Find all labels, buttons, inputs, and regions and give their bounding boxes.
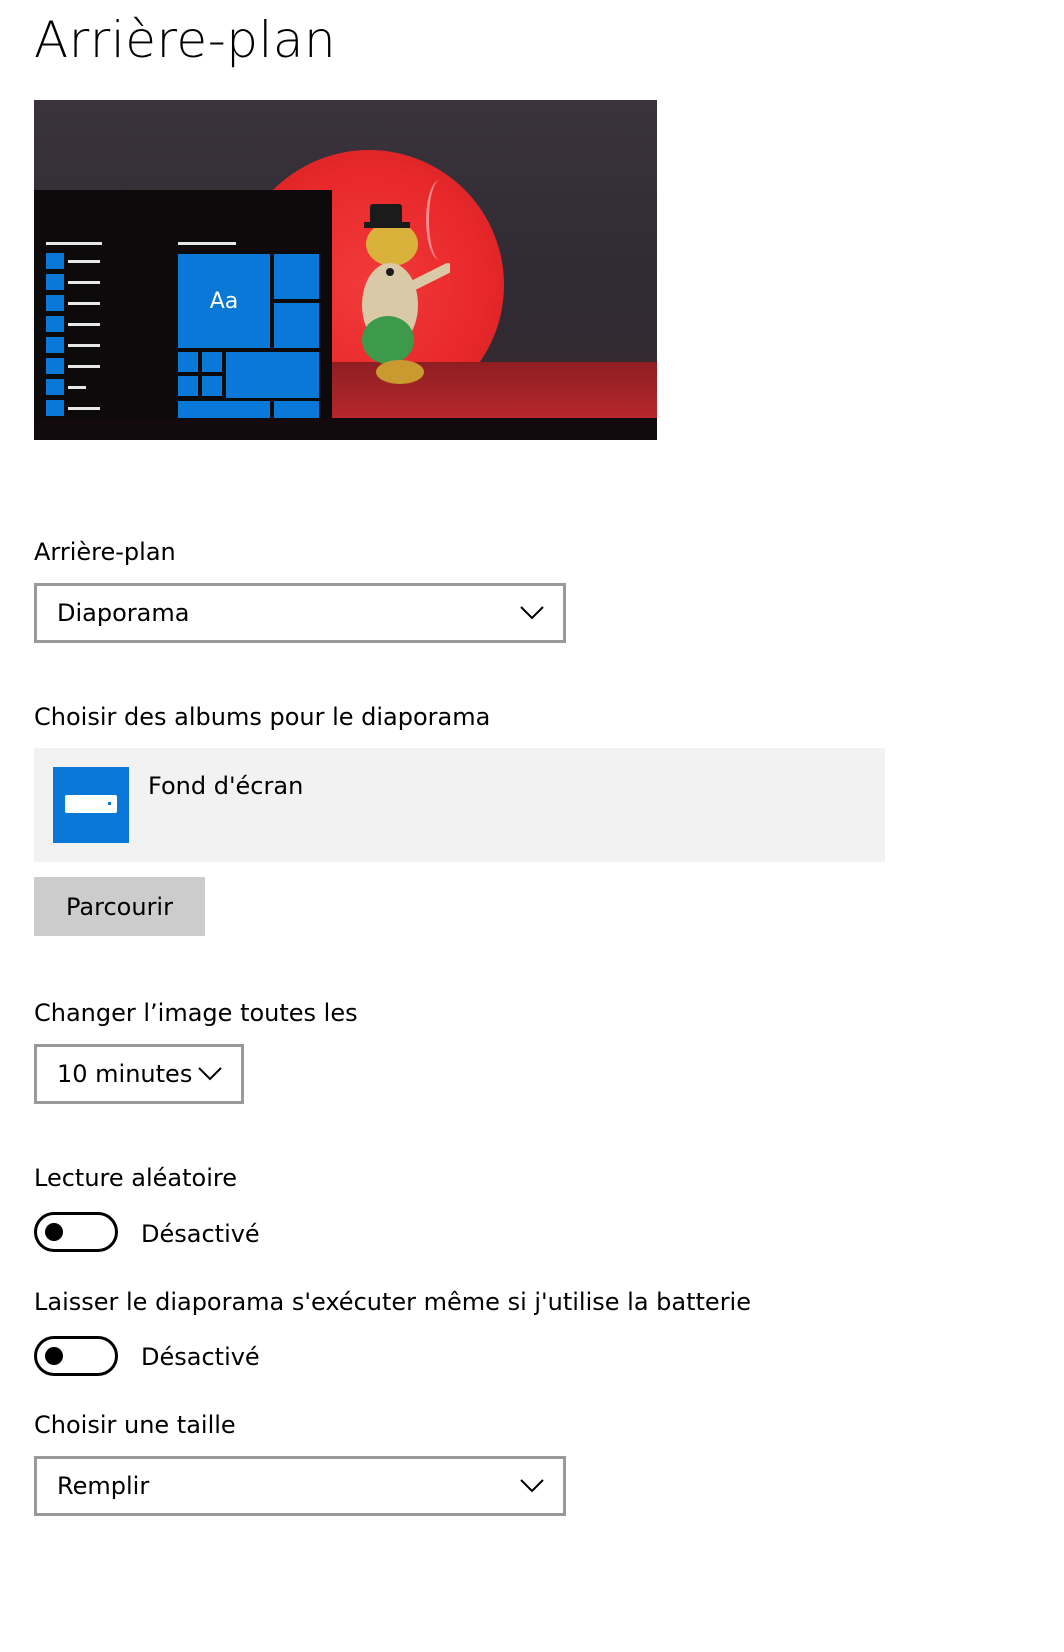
interval-label: Changer l’image toutes les — [34, 999, 358, 1027]
page-title: Arrière-plan — [34, 11, 337, 69]
preview-start-menu: Aa — [34, 190, 332, 418]
battery-label: Laisser le diaporama s'exécuter même si … — [34, 1288, 751, 1316]
chevron-down-icon — [520, 606, 544, 620]
background-label: Arrière-plan — [34, 538, 176, 566]
background-dropdown-value: Diaporama — [57, 599, 190, 627]
fit-dropdown[interactable]: Remplir — [34, 1456, 566, 1516]
preview-taskbar — [34, 418, 657, 440]
background-preview: Aa — [34, 100, 657, 440]
fit-dropdown-value: Remplir — [57, 1472, 150, 1500]
preview-tile-aa: Aa — [178, 254, 270, 348]
toggle-knob — [45, 1347, 63, 1365]
albums-label: Choisir des albums pour le diaporama — [34, 703, 491, 731]
shuffle-label: Lecture aléatoire — [34, 1164, 237, 1192]
battery-state: Désactivé — [141, 1343, 260, 1371]
browse-button[interactable]: Parcourir — [34, 877, 205, 936]
interval-dropdown-value: 10 minutes — [57, 1060, 193, 1088]
album-name: Fond d'écran — [148, 772, 304, 800]
preview-character-image — [362, 204, 450, 384]
drive-icon — [53, 767, 129, 843]
album-item[interactable]: Fond d'écran — [34, 748, 885, 862]
chevron-down-icon — [198, 1067, 222, 1081]
background-dropdown[interactable]: Diaporama — [34, 583, 566, 643]
chevron-down-icon — [520, 1479, 544, 1493]
fit-label: Choisir une taille — [34, 1411, 236, 1439]
shuffle-toggle[interactable] — [34, 1212, 118, 1252]
battery-toggle[interactable] — [34, 1336, 118, 1376]
shuffle-state: Désactivé — [141, 1220, 260, 1248]
interval-dropdown[interactable]: 10 minutes — [34, 1044, 244, 1104]
toggle-knob — [45, 1223, 63, 1241]
